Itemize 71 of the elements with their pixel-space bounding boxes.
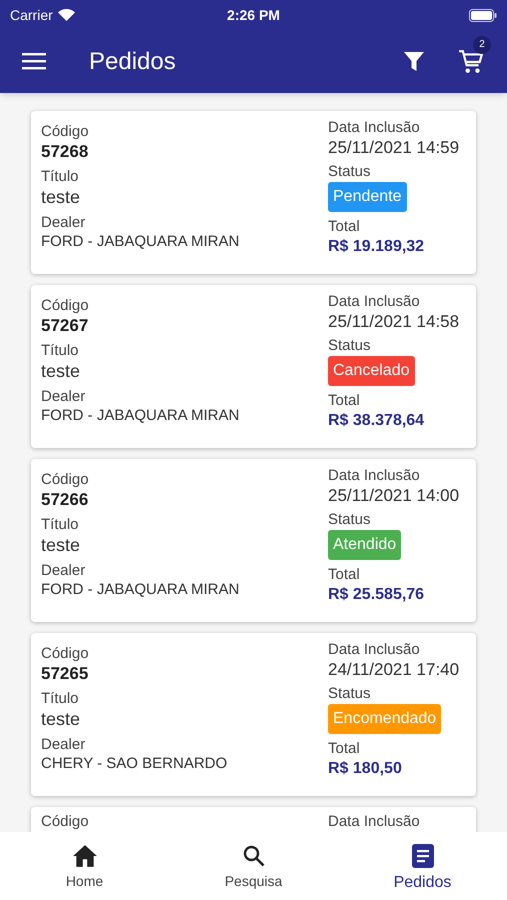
order-date: 25/11/2021 14:00 bbox=[328, 485, 460, 507]
document-icon bbox=[412, 844, 434, 868]
field-label: Status bbox=[328, 163, 371, 181]
field-label: Título bbox=[41, 342, 80, 360]
field-label: Título bbox=[41, 516, 80, 534]
home-icon bbox=[72, 844, 98, 868]
page-title: Pedidos bbox=[89, 46, 177, 76]
dealer-name: FORD - JABAQUARA MIRAN bbox=[41, 580, 240, 600]
field-label: Título bbox=[41, 690, 80, 708]
order-card[interactable]: Código Data Inclusão bbox=[31, 807, 476, 832]
order-title: teste bbox=[41, 534, 82, 556]
dealer-name: FORD - JABAQUARA MIRAN bbox=[41, 406, 240, 426]
nav-tab[interactable]: Home bbox=[0, 844, 169, 892]
order-total: R$ 19.189,32 bbox=[328, 237, 424, 257]
order-code: 57266 bbox=[41, 489, 90, 511]
order-total: R$ 180,50 bbox=[328, 759, 402, 779]
field-label: Data Inclusão bbox=[328, 119, 420, 137]
field-label: Total bbox=[328, 218, 360, 236]
field-label: Total bbox=[328, 392, 360, 410]
field-label: Código bbox=[41, 645, 90, 663]
field-label: Status bbox=[328, 337, 371, 355]
nav-tab[interactable]: Pesquisa bbox=[169, 844, 338, 892]
order-title: teste bbox=[41, 708, 82, 730]
order-date: 25/11/2021 14:58 bbox=[328, 311, 460, 333]
cart-count-badge: 2 bbox=[473, 36, 491, 54]
wifi-icon bbox=[58, 9, 75, 21]
field-label: Total bbox=[328, 740, 360, 758]
cart-button[interactable] bbox=[457, 48, 485, 76]
field-label: Código bbox=[41, 813, 89, 831]
order-code: 57265 bbox=[41, 663, 90, 685]
status-badge: Encomendado bbox=[328, 704, 442, 734]
order-card[interactable]: Código 57268 Título teste Dealer FORD - JABAQUARA MIRAN Data Inclusão 25/11/2021 14:59 Status Pendente Total R$ 19.189,32 bbox=[31, 111, 476, 274]
dealer-name: CHERY - SAO BERNARDO bbox=[41, 754, 228, 774]
field-label: Dealer bbox=[41, 562, 86, 580]
nav-tab[interactable]: Pedidos bbox=[338, 844, 507, 895]
cart-icon bbox=[458, 48, 484, 74]
field-label: Código bbox=[41, 123, 90, 141]
field-label: Data Inclusão bbox=[328, 467, 420, 485]
status-badge: Cancelado bbox=[328, 356, 414, 386]
field-label: Título bbox=[41, 168, 80, 186]
order-title: teste bbox=[41, 360, 82, 382]
field-label: Data Inclusão bbox=[328, 641, 420, 659]
order-code: 57268 bbox=[41, 141, 90, 163]
order-card[interactable]: Código 57266 Título teste Dealer FORD - JABAQUARA MIRAN Data Inclusão 25/11/2021 14:00 Status Atendido Total R$ 25.585,76 bbox=[31, 459, 476, 622]
carrier-label: Carrier bbox=[10, 6, 53, 24]
order-card[interactable]: Código 57265 Título teste Dealer CHERY - SAO BERNARDO Data Inclusão 24/11/2021 17:40 Status Encomendado Total R$ 180,50 bbox=[31, 633, 476, 796]
menu-icon bbox=[22, 53, 46, 70]
field-label: Data Inclusão bbox=[328, 813, 421, 831]
order-total: R$ 25.585,76 bbox=[328, 585, 424, 605]
field-label: Dealer bbox=[41, 388, 86, 406]
status-badge: Atendido bbox=[328, 530, 402, 560]
field-label: Código bbox=[41, 471, 90, 489]
order-total: R$ 38.378,64 bbox=[328, 411, 424, 431]
field-label: Código bbox=[41, 297, 90, 315]
order-code: 57267 bbox=[41, 315, 90, 337]
field-label: Status bbox=[328, 685, 371, 703]
dealer-name: FORD - JABAQUARA MIRAN bbox=[41, 232, 240, 252]
status-badge: Pendente bbox=[328, 182, 407, 212]
order-date: 24/11/2021 17:40 bbox=[328, 659, 460, 681]
filter-icon bbox=[404, 52, 424, 72]
field-label: Dealer bbox=[41, 736, 86, 754]
battery-icon bbox=[468, 8, 497, 22]
field-label: Status bbox=[328, 511, 371, 529]
order-card[interactable]: Código 57267 Título teste Dealer FORD - JABAQUARA MIRAN Data Inclusão 25/11/2021 14:58 Status Cancelado Total R$ 38.378,64 bbox=[31, 285, 476, 448]
field-label: Data Inclusão bbox=[328, 293, 420, 311]
field-label: Dealer bbox=[41, 214, 86, 232]
clock-time: 2:26 PM bbox=[227, 6, 280, 24]
field-label: Total bbox=[328, 566, 360, 584]
order-date: 25/11/2021 14:59 bbox=[328, 137, 460, 159]
order-title: teste bbox=[41, 186, 82, 208]
search-icon bbox=[242, 844, 266, 868]
